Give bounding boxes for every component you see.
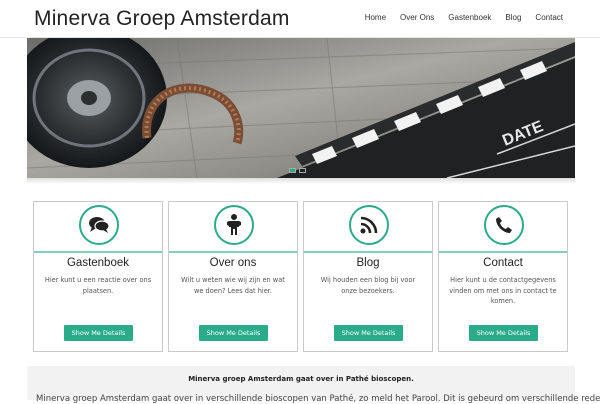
main-nav: Home Over Ons Gastenboek Blog Contact: [351, 13, 563, 22]
card-title: Over ons: [209, 257, 257, 269]
nav-contact[interactable]: Contact: [535, 13, 563, 22]
card-gastenboek: Gastenboek Hier kunt u een reactie over …: [33, 201, 163, 352]
intro-title: Minerva groep Amsterdam gaat over in Pat…: [188, 375, 414, 383]
hero-slider[interactable]: DATE: [27, 38, 575, 178]
slider-dot-2[interactable]: [299, 168, 306, 173]
person-icon: [214, 205, 254, 245]
chat-bubbles-icon: [79, 205, 119, 245]
card-title: Contact: [483, 257, 523, 269]
card-divider: [439, 251, 567, 253]
card-text: Hier kunt u de contactgegevens vinden om…: [449, 276, 557, 305]
intro-section: Minerva groep Amsterdam gaat over in Pat…: [27, 366, 600, 404]
card-contact: Contact Hier kunt u de contactgegevens v…: [438, 201, 568, 352]
show-details-button[interactable]: Show Me Details: [199, 325, 268, 341]
card-text: Wilt u weten wie wij zijn en wat we doen…: [181, 276, 285, 295]
feature-cards: Gastenboek Hier kunt u een reactie over …: [33, 201, 568, 352]
show-details-button[interactable]: Show Me Details: [334, 325, 403, 341]
site-header: Minerva Groep Amsterdam Home Over Ons Ga…: [0, 0, 600, 38]
site-title[interactable]: Minerva Groep Amsterdam: [34, 7, 290, 31]
nav-home[interactable]: Home: [365, 13, 386, 22]
intro-text: Minerva groep Amsterdam gaat over in ver…: [36, 394, 600, 404]
nav-gastenboek[interactable]: Gastenboek: [448, 13, 491, 22]
card-divider: [169, 251, 297, 253]
card-blog: Blog Wij houden een blog bij voor onze b…: [303, 201, 433, 352]
card-divider: [304, 251, 432, 253]
show-details-button[interactable]: Show Me Details: [469, 325, 538, 341]
card-over-ons: Over ons Wilt u weten wie wij zijn en wa…: [168, 201, 298, 352]
card-divider: [34, 251, 162, 253]
nav-blog[interactable]: Blog: [505, 13, 521, 22]
hero-shadow: [27, 178, 575, 184]
slider-dots: [289, 168, 306, 173]
card-text: Hier kunt u een reactie over ons plaatse…: [44, 276, 152, 295]
show-details-button[interactable]: Show Me Details: [64, 325, 133, 341]
card-title: Gastenboek: [66, 257, 129, 269]
card-title: Blog: [356, 257, 380, 269]
card-text: Wij houden een blog bij voor onze bezoek…: [320, 276, 416, 295]
hero-image: DATE: [27, 38, 575, 178]
phone-icon: [484, 205, 524, 245]
slider-dot-1[interactable]: [289, 168, 296, 173]
rss-icon: [349, 205, 389, 245]
nav-over-ons[interactable]: Over Ons: [400, 13, 434, 22]
